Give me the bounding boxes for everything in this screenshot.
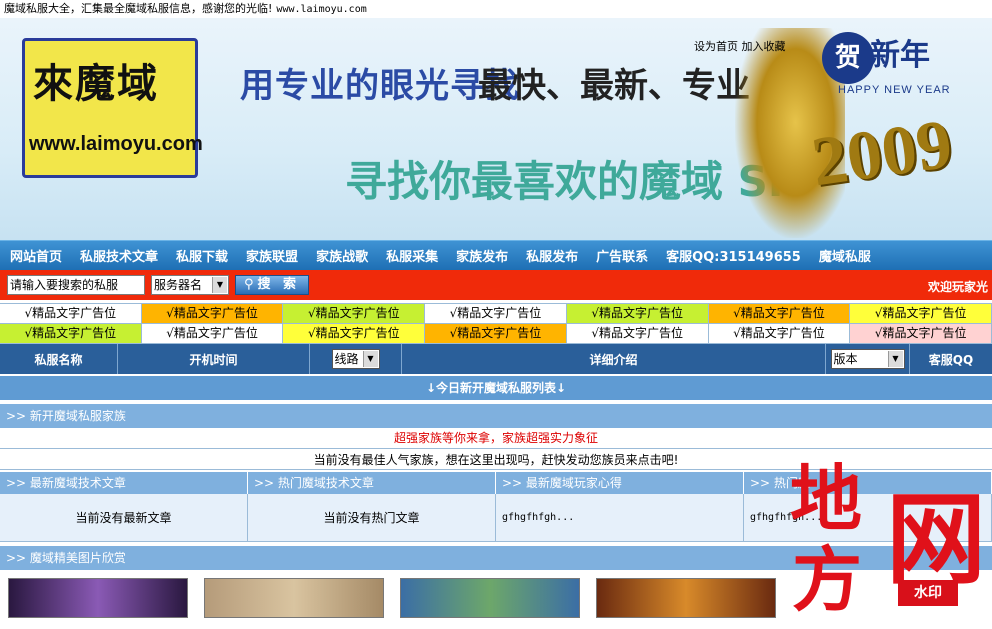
text-ad-slot[interactable]: √精品文字广告位 [141, 324, 284, 344]
logo-url-text: www.laimoyu.com [29, 133, 203, 155]
text-ad-slot[interactable]: √精品文字广告位 [283, 324, 426, 344]
family-section-header: >> 新开魔域私服家族 [0, 404, 992, 428]
text-ad-slot[interactable]: √精品文字广告位 [708, 304, 851, 324]
server-table-header: 私服名称 开机时间 线路 ▼ 详细介绍 版本 ▼ 客服QQ [0, 344, 992, 374]
top-welcome-bar: 魔域私服大全，汇集最全魔域私服信息，感谢您的光临! www.laimoyu.com [0, 0, 992, 18]
banner-slogan-main: 寻找你最喜欢的魔域 SF [345, 157, 797, 206]
logo-cn-text: 來魔域 [33, 61, 159, 107]
chevron-down-icon: ▼ [887, 351, 903, 367]
text-ad-slot[interactable]: √精品文字广告位 [425, 324, 567, 344]
col-open-time: 开机时间 [118, 344, 310, 374]
text-ad-slot[interactable]: √精品文字广告位 [566, 304, 709, 324]
nav-family-songs[interactable]: 家族战歌 [316, 246, 368, 265]
search-icon: ⚲ [243, 277, 258, 292]
site-logo[interactable]: 來魔域 www.laimoyu.com [22, 38, 203, 178]
player-tips-header[interactable]: >> 最新魔域玩家心得 [496, 472, 744, 494]
col-line: 线路 ▼ [310, 344, 402, 374]
header-banner: 來魔域 www.laimoyu.com 用专业的眼光寻找 最快、最新、专业 寻找… [0, 18, 992, 240]
add-favorite-link[interactable]: 加入收藏 [742, 40, 786, 53]
nav-support-qq[interactable]: 客服QQ:315149655 [666, 246, 801, 265]
watermark-stamp: 地 方 网 水印 [790, 440, 992, 629]
text-ad-slot[interactable]: √精品文字广告位 [566, 324, 709, 344]
hot-tech-articles-body: 当前没有热门文章 [248, 494, 496, 542]
nav-ad-contact[interactable]: 广告联系 [596, 246, 648, 265]
search-type-select[interactable]: 服务器名 ▼ [151, 275, 229, 295]
line-select[interactable]: 线路 ▼ [331, 349, 380, 369]
site-url-text: www.laimoyu.com [276, 4, 367, 15]
text-ad-slot[interactable]: √精品文字广告位 [850, 324, 992, 344]
search-type-value: 服务器名 [154, 278, 203, 292]
version-select-value: 版本 [833, 352, 858, 366]
col-support-qq: 客服QQ [928, 352, 974, 367]
col-details: 详细介绍 [402, 344, 826, 374]
gallery-image[interactable] [8, 578, 188, 618]
gallery-image[interactable] [596, 578, 776, 618]
gallery-image[interactable] [400, 578, 580, 618]
nav-moyu-servers[interactable]: 魔域私服 [819, 246, 871, 265]
col-version: 版本 ▼ [826, 344, 910, 374]
latest-tech-articles-body: 当前没有最新文章 [0, 494, 248, 542]
text-ad-slot[interactable]: √精品文字广告位 [708, 324, 851, 344]
new-year-seal: 贺 [822, 32, 874, 84]
chevron-down-icon: ▼ [212, 277, 227, 293]
search-button-label: 搜 索 [257, 277, 301, 292]
text-ad-slot[interactable]: √精品文字广告位 [850, 304, 992, 324]
text-ad-slot[interactable]: √精品文字广告位 [141, 304, 284, 324]
welcome-marquee: 欢迎玩家光 [927, 280, 988, 294]
line-select-value: 线路 [334, 352, 359, 366]
text-ad-slot[interactable]: √精品文字广告位 [283, 304, 426, 324]
hot-tech-articles-header[interactable]: >> 热门魔域技术文章 [248, 472, 496, 494]
watermark-badge: 水印 [898, 580, 958, 606]
gallery-image[interactable] [204, 578, 384, 618]
search-input[interactable]: 请输入要搜索的私服 [7, 275, 145, 295]
version-select[interactable]: 版本 ▼ [830, 349, 905, 369]
text-ad-grid: √精品文字广告位 √精品文字广告位 √精品文字广告位 √精品文字广告位 √精品文字广告位… [0, 303, 992, 344]
site-intro-text: 魔域私服大全，汇集最全魔域私服信息，感谢您的光临! [4, 2, 273, 15]
latest-tech-articles-header[interactable]: >> 最新魔域技术文章 [0, 472, 248, 494]
watermark-char: 方 [792, 538, 862, 621]
text-ad-slot[interactable]: √精品文字广告位 [0, 304, 142, 324]
player-tips-link[interactable]: gfhgfhfgh... [496, 494, 744, 542]
nav-home[interactable]: 网站首页 [10, 246, 62, 265]
nav-server-publish[interactable]: 私服发布 [526, 246, 578, 265]
set-home-link[interactable]: 设为首页 [694, 40, 738, 53]
chevron-down-icon: ▼ [362, 351, 378, 367]
nav-family-alliance[interactable]: 家族联盟 [246, 246, 298, 265]
main-nav: 网站首页 私服技术文章 私服下载 家族联盟 家族战歌 私服采集 家族发布 私服发… [0, 240, 992, 270]
today-servers-bar: ↓今日新开魔域私服列表↓ [0, 376, 992, 400]
text-ad-slot[interactable]: √精品文字广告位 [0, 324, 142, 344]
text-ad-slot[interactable]: √精品文字广告位 [425, 304, 567, 324]
header-links: 设为首页 加入收藏 [694, 38, 786, 54]
nav-family-publish[interactable]: 家族发布 [456, 246, 508, 265]
banner-slogan-right: 最快、最新、专业 [478, 66, 750, 106]
nav-downloads[interactable]: 私服下载 [176, 246, 228, 265]
new-year-en-text: HAPPY NEW YEAR [838, 84, 951, 96]
col-server-name: 私服名称 [0, 344, 118, 374]
nav-tech-articles[interactable]: 私服技术文章 [80, 246, 158, 265]
search-bar: 请输入要搜索的私服 服务器名 ▼ ⚲搜 索 欢迎玩家光 [0, 270, 992, 300]
nav-server-collect[interactable]: 私服采集 [386, 246, 438, 265]
new-year-cn-text: 新年 [870, 38, 930, 73]
search-button[interactable]: ⚲搜 索 [235, 275, 309, 295]
